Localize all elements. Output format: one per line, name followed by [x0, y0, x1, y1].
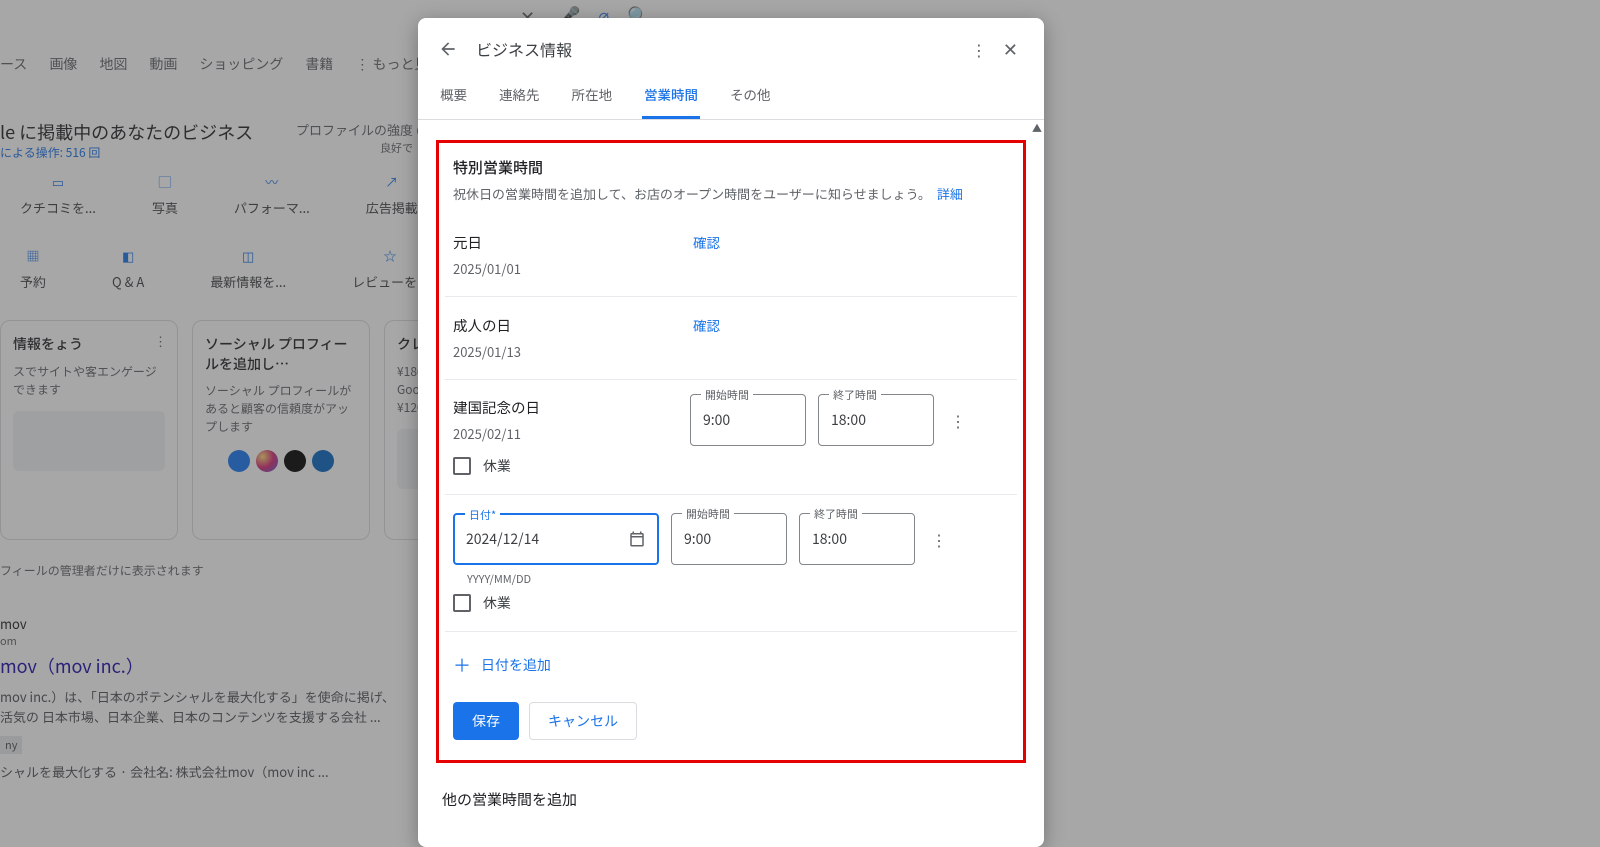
- end-time-input[interactable]: 終了時間 18:00: [799, 513, 915, 565]
- holiday-name: 建国記念の日: [453, 397, 678, 418]
- date-input-label: 日付*: [465, 507, 500, 523]
- modal-close-icon[interactable]: ✕: [997, 36, 1024, 62]
- custom-date-row: 日付* 2024/12/14 開始時間 9:00 終了時間 18:00 ⋮: [445, 495, 1017, 569]
- closed-checkbox[interactable]: [453, 457, 471, 475]
- closed-label: 休業: [483, 593, 511, 613]
- plus-icon: ＋: [453, 652, 471, 678]
- add-date-button[interactable]: ＋ 日付を追加: [445, 632, 1017, 698]
- holiday-row-seijin: 成人の日 2025/01/13 確認: [445, 297, 1017, 380]
- tab-location[interactable]: 所在地: [570, 72, 615, 119]
- modal-tabs: 概要 連絡先 所在地 営業時間 その他: [418, 72, 1044, 120]
- holiday-date: 2025/01/01: [453, 259, 693, 278]
- closed-checkbox-row: 休業: [445, 450, 1017, 495]
- start-time-input[interactable]: 開始時間 9:00: [690, 394, 806, 446]
- confirm-link[interactable]: 確認: [693, 315, 720, 335]
- section-description: 祝休日の営業時間を追加して、お店のオープン時間をユーザーに知らせましょう。詳細: [453, 184, 1009, 204]
- modal-body: ▲ 特別営業時間 祝休日の営業時間を追加して、お店のオープン時間をユーザーに知ら…: [418, 120, 1044, 847]
- date-input[interactable]: 日付* 2024/12/14: [453, 513, 659, 565]
- row-more-icon[interactable]: ⋮: [946, 408, 970, 432]
- closed-checkbox[interactable]: [453, 594, 471, 612]
- learn-more-link[interactable]: 詳細: [937, 184, 963, 203]
- tab-overview[interactable]: 概要: [438, 72, 469, 119]
- modal-header: ビジネス情報 ⋮ ✕: [418, 18, 1044, 72]
- holiday-row-kenkoku: 建国記念の日 2025/02/11 開始時間 9:00 終了時間 18:00 ⋮: [445, 380, 1017, 450]
- end-time-input[interactable]: 終了時間 18:00: [818, 394, 934, 446]
- other-hours-section[interactable]: 他の営業時間を追加: [418, 771, 1044, 828]
- special-hours-section: 特別営業時間 祝休日の営業時間を追加して、お店のオープン時間をユーザーに知らせま…: [436, 140, 1026, 763]
- end-time-label: 終了時間: [810, 506, 862, 522]
- start-time-label: 開始時間: [682, 506, 734, 522]
- row-more-icon[interactable]: ⋮: [927, 527, 951, 551]
- tab-contact[interactable]: 連絡先: [497, 72, 542, 119]
- date-helper-text: YYYY/MM/DD: [467, 571, 1017, 587]
- scroll-up-icon[interactable]: ▲: [1032, 120, 1042, 135]
- confirm-link[interactable]: 確認: [693, 232, 720, 252]
- start-time-label: 開始時間: [701, 387, 753, 403]
- business-info-modal: ビジネス情報 ⋮ ✕ 概要 連絡先 所在地 営業時間 その他 ▲ 特別営業時間 …: [418, 18, 1044, 847]
- holiday-date: 2025/01/13: [453, 342, 693, 361]
- holiday-name: 成人の日: [453, 315, 693, 336]
- modal-title: ビジネス情報: [476, 37, 961, 61]
- cancel-button[interactable]: キャンセル: [529, 702, 637, 740]
- holiday-date: 2025/02/11: [453, 424, 678, 443]
- back-arrow-icon[interactable]: [438, 39, 458, 59]
- closed-checkbox-row-2: 休業: [445, 587, 1017, 632]
- holiday-name: 元日: [453, 232, 693, 253]
- section-title: 特別営業時間: [453, 157, 1009, 178]
- button-row: 保存 キャンセル: [445, 698, 1017, 746]
- save-button[interactable]: 保存: [453, 702, 519, 740]
- calendar-icon[interactable]: [628, 530, 646, 548]
- end-time-label: 終了時間: [829, 387, 881, 403]
- closed-label: 休業: [483, 456, 511, 476]
- tab-hours[interactable]: 営業時間: [642, 72, 700, 119]
- tab-other[interactable]: その他: [728, 72, 773, 119]
- start-time-input[interactable]: 開始時間 9:00: [671, 513, 787, 565]
- modal-more-icon[interactable]: ⋮: [961, 37, 997, 61]
- holiday-row-ganjitsu: 元日 2025/01/01 確認: [445, 214, 1017, 297]
